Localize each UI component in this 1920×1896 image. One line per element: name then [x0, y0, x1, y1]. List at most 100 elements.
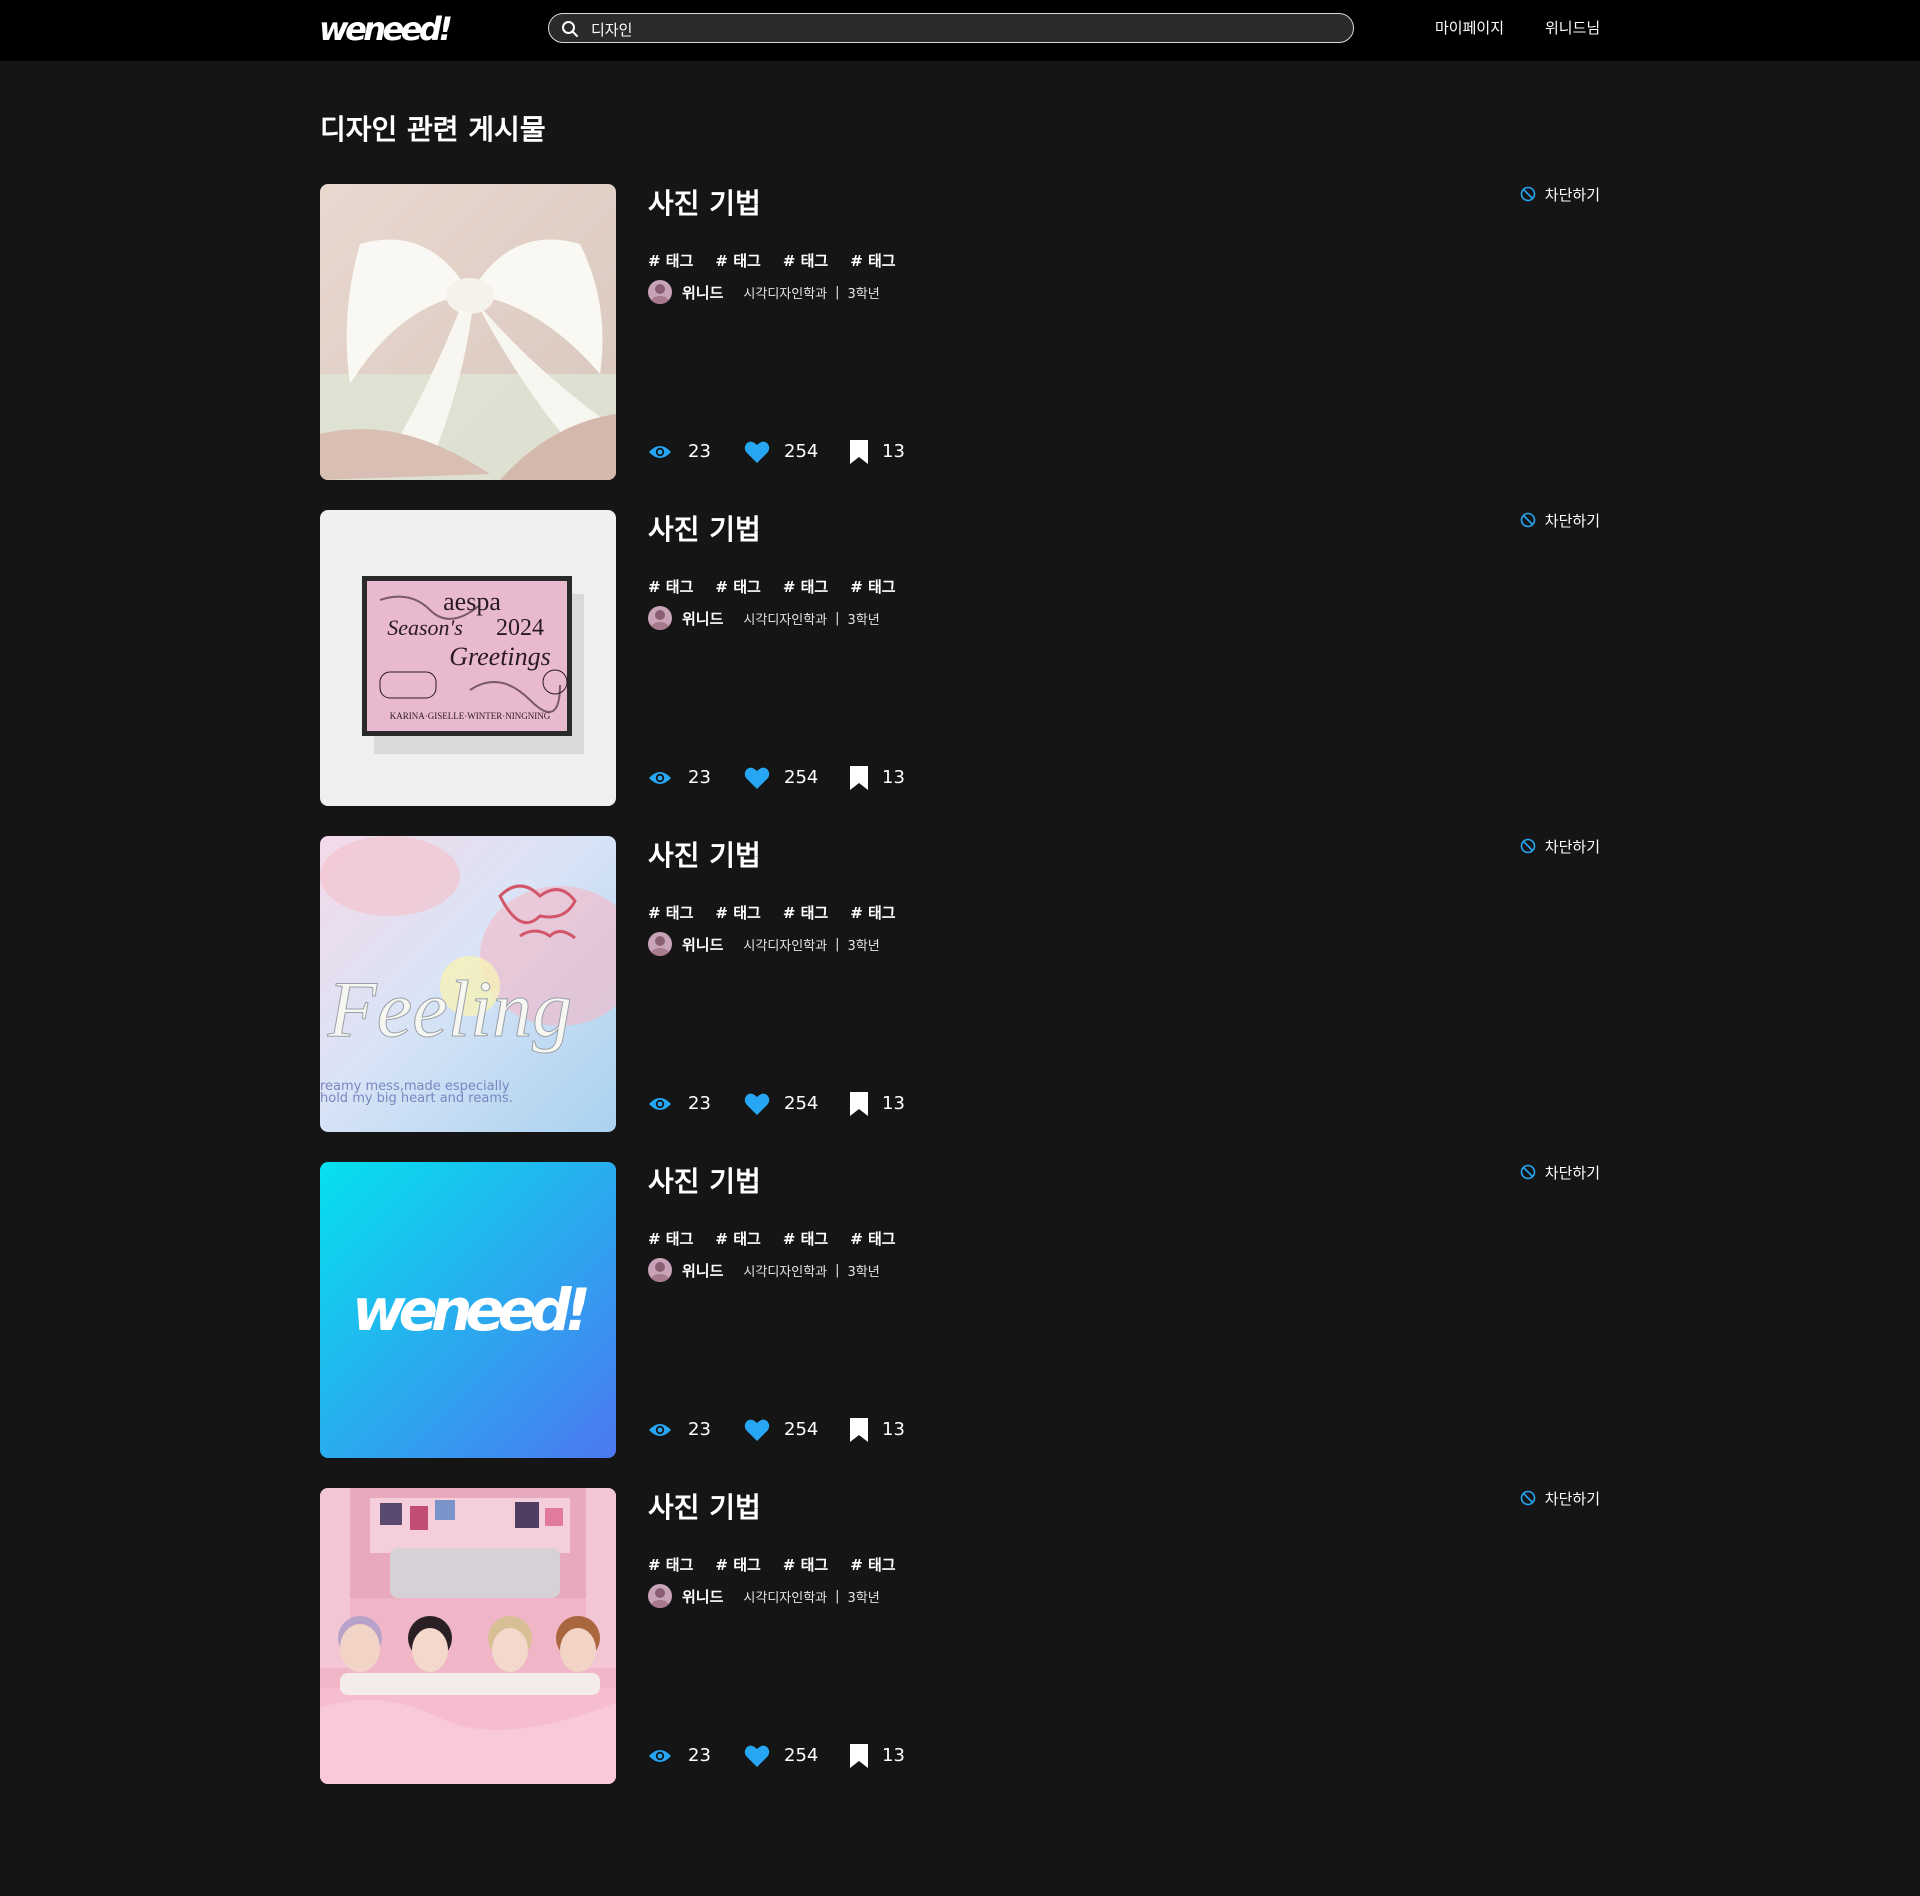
nav-user-link[interactable]: 위니드님: [1545, 18, 1600, 38]
likes-stat[interactable]: 254: [744, 1744, 850, 1768]
separator: |: [835, 936, 840, 952]
white-ribbon-image: [320, 184, 616, 480]
tag-chip[interactable]: # 태그: [715, 577, 760, 597]
post-card[interactable]: 사진 기법 # 태그 # 태그 # 태그 # 태그 위니드 시각디자인학과 | …: [320, 1488, 1600, 1784]
author-info[interactable]: 위니드 시각디자인학과 | 3학년: [648, 1257, 880, 1283]
separator: |: [835, 1262, 840, 1278]
eye-icon: [649, 446, 671, 458]
separator: |: [835, 284, 840, 300]
bookmarks-count: 13: [882, 1093, 905, 1114]
block-button[interactable]: 차단하기: [1520, 836, 1600, 856]
tag-chip[interactable]: # 태그: [783, 1555, 828, 1575]
block-button[interactable]: 차단하기: [1520, 1162, 1600, 1182]
heart-icon[interactable]: [744, 1418, 770, 1442]
block-icon: [1520, 186, 1536, 202]
post-title[interactable]: 사진 기법: [648, 1488, 761, 1528]
post-card[interactable]: 사진 기법 # 태그 # 태그 # 태그 # 태그 위니드 시각디자인학과 | …: [320, 184, 1600, 480]
post-thumbnail[interactable]: Feeling reamy mess,made especially hold …: [320, 836, 616, 1132]
bookmark-icon[interactable]: [850, 440, 868, 464]
eye-icon: [649, 1750, 671, 1762]
bookmarks-stat[interactable]: 13: [850, 1744, 905, 1768]
eye-icon: [649, 1098, 671, 1110]
post-title[interactable]: 사진 기법: [648, 836, 761, 876]
views-stat: 23: [648, 1092, 744, 1116]
post-thumbnail[interactable]: [320, 184, 616, 480]
author-info[interactable]: 위니드 시각디자인학과 | 3학년: [648, 279, 880, 305]
post-thumbnail[interactable]: aespa Season's 2024 Greetings KARINA·GIS…: [320, 510, 616, 806]
post-title[interactable]: 사진 기법: [648, 510, 761, 550]
bookmarks-stat[interactable]: 13: [850, 1092, 905, 1116]
heart-icon[interactable]: [744, 766, 770, 790]
author-info[interactable]: 위니드 시각디자인학과 | 3학년: [648, 931, 880, 957]
block-button[interactable]: 차단하기: [1520, 184, 1600, 204]
bookmarks-stat[interactable]: 13: [850, 766, 905, 790]
block-icon: [1520, 1490, 1536, 1506]
post-title[interactable]: 사진 기법: [648, 1162, 761, 1202]
post-thumbnail[interactable]: [320, 1488, 616, 1784]
tag-chip[interactable]: # 태그: [850, 577, 895, 597]
author-year: 3학년: [847, 1264, 880, 1280]
bookmark-icon[interactable]: [850, 1744, 868, 1768]
search-bar[interactable]: [548, 13, 1354, 43]
tag-chip[interactable]: # 태그: [783, 251, 828, 271]
bookmarks-stat[interactable]: 13: [850, 1418, 905, 1442]
likes-stat[interactable]: 254: [744, 1418, 850, 1442]
tag-chip[interactable]: # 태그: [850, 1229, 895, 1249]
tag-chip[interactable]: # 태그: [648, 903, 693, 923]
tag-chip[interactable]: # 태그: [648, 251, 693, 271]
bookmark-icon[interactable]: [850, 766, 868, 790]
block-label: 차단하기: [1544, 511, 1600, 530]
bookmark-icon[interactable]: [850, 1092, 868, 1116]
post-thumbnail[interactable]: weneed!: [320, 1162, 616, 1458]
post-title[interactable]: 사진 기법: [648, 184, 761, 224]
tag-chip[interactable]: # 태그: [715, 903, 760, 923]
weneed-logo[interactable]: weneed!: [319, 9, 453, 49]
bookmarks-stat[interactable]: 13: [850, 440, 905, 464]
tag-chip[interactable]: # 태그: [648, 577, 693, 597]
tag-chip[interactable]: # 태그: [850, 903, 895, 923]
heart-icon[interactable]: [744, 1744, 770, 1768]
nav-mypage-link[interactable]: 마이페이지: [1435, 18, 1504, 38]
tag-chip[interactable]: # 태그: [850, 251, 895, 271]
tag-chip[interactable]: # 태그: [648, 1555, 693, 1575]
post-card[interactable]: weneed! 사진 기법 # 태그 # 태그 # 태그 # 태그 위니드 시각…: [320, 1162, 1600, 1458]
block-button[interactable]: 차단하기: [1520, 1488, 1600, 1508]
post-stats: 23 254 13: [648, 1742, 905, 1770]
thumb-brand-text: aespa: [443, 587, 501, 616]
author-info[interactable]: 위니드 시각디자인학과 | 3학년: [648, 605, 880, 631]
post-card[interactable]: Feeling reamy mess,made especially hold …: [320, 836, 1600, 1132]
tag-chip[interactable]: # 태그: [715, 1229, 760, 1249]
post-tags: # 태그 # 태그 # 태그 # 태그: [648, 251, 896, 271]
post-tags: # 태그 # 태그 # 태그 # 태그: [648, 1229, 896, 1249]
tag-chip[interactable]: # 태그: [715, 1555, 760, 1575]
thumb-line1-text: Season's: [387, 615, 463, 640]
heart-icon[interactable]: [744, 440, 770, 464]
author-department: 시각디자인학과: [743, 1590, 828, 1606]
author-department: 시각디자인학과: [743, 1264, 828, 1280]
tag-chip[interactable]: # 태그: [783, 903, 828, 923]
heart-icon[interactable]: [744, 1092, 770, 1116]
likes-stat[interactable]: 254: [744, 1092, 850, 1116]
block-label: 차단하기: [1544, 185, 1600, 204]
tag-chip[interactable]: # 태그: [648, 1229, 693, 1249]
avatar: [648, 606, 672, 630]
bookmark-icon[interactable]: [850, 1418, 868, 1442]
author-department: 시각디자인학과: [743, 938, 828, 954]
likes-stat[interactable]: 254: [744, 766, 850, 790]
tag-chip[interactable]: # 태그: [715, 251, 760, 271]
block-button[interactable]: 차단하기: [1520, 510, 1600, 530]
block-icon: [1520, 838, 1536, 854]
thumb-line2-text: Greetings: [449, 642, 551, 671]
post-card[interactable]: aespa Season's 2024 Greetings KARINA·GIS…: [320, 510, 1600, 806]
tag-chip[interactable]: # 태그: [850, 1555, 895, 1575]
search-input[interactable]: [589, 16, 1333, 42]
author-info[interactable]: 위니드 시각디자인학과 | 3학년: [648, 1583, 880, 1609]
weneed-logo-gradient-image: weneed!: [320, 1162, 616, 1458]
tag-chip[interactable]: # 태그: [783, 1229, 828, 1249]
views-stat: 23: [648, 766, 744, 790]
views-count: 23: [688, 441, 711, 462]
tag-chip[interactable]: # 태그: [783, 577, 828, 597]
post-stats: 23 254 13: [648, 438, 905, 466]
likes-stat[interactable]: 254: [744, 440, 850, 464]
block-icon: [1520, 1164, 1536, 1180]
